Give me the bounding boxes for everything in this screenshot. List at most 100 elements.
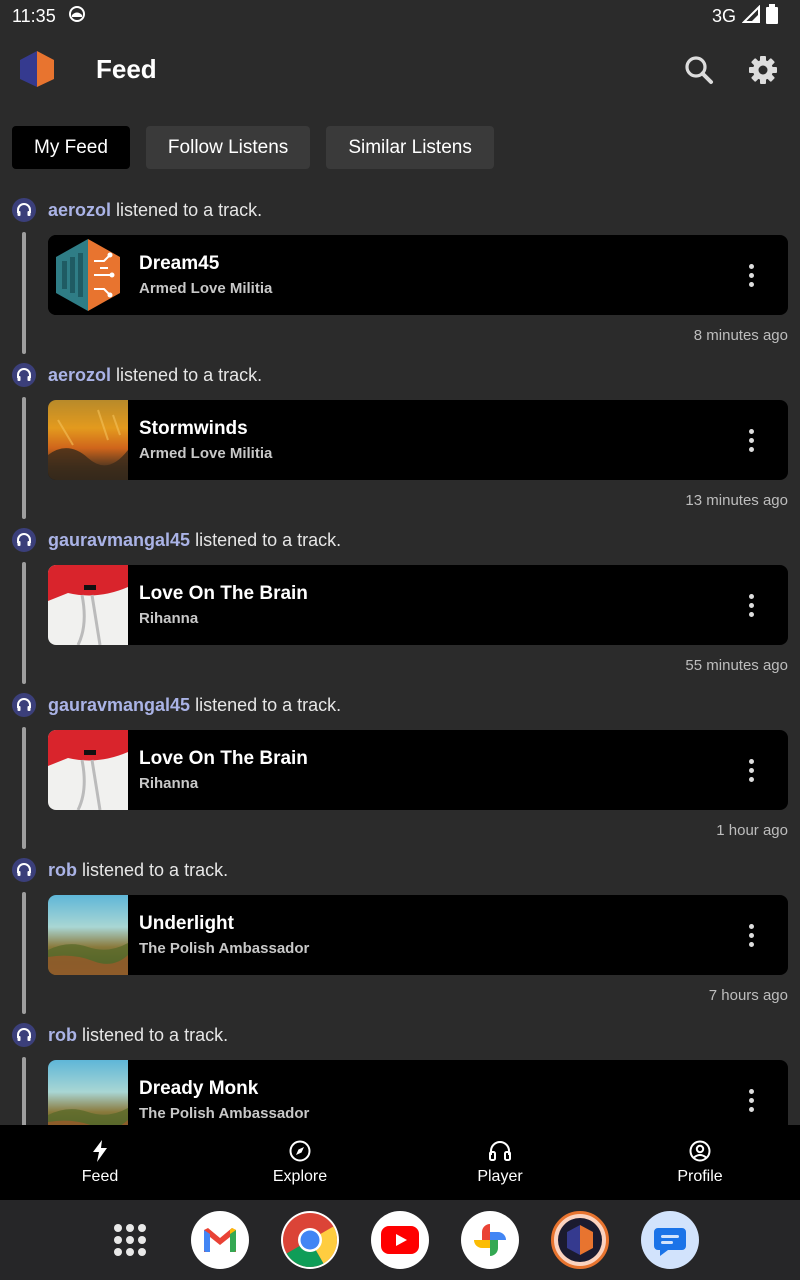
nav-explore[interactable]: Explore	[200, 1125, 400, 1200]
more-options-button[interactable]	[736, 585, 766, 625]
more-options-button[interactable]	[736, 420, 766, 460]
app-drawer-button[interactable]	[101, 1211, 159, 1269]
bolt-icon	[93, 1139, 107, 1162]
status-time: 11:35	[12, 5, 56, 26]
headphones-icon	[12, 1023, 36, 1047]
track-card[interactable]: Stormwinds Armed Love Militia	[48, 400, 788, 480]
action-text: listened to a track.	[82, 1024, 229, 1045]
headphones-icon	[12, 198, 36, 222]
chrome-icon	[283, 1213, 337, 1268]
timestamp: 8 minutes ago	[693, 327, 788, 344]
track-artist: Armed Love Militia	[139, 445, 273, 462]
username-link[interactable]: rob	[48, 1025, 77, 1046]
chip-my-feed[interactable]: My Feed	[12, 126, 130, 169]
messages-app[interactable]	[641, 1211, 699, 1269]
nav-player[interactable]: Player	[400, 1125, 600, 1200]
track-artist: The Polish Ambassador	[139, 940, 310, 957]
headphones-icon	[12, 363, 36, 387]
photos-icon	[474, 1224, 506, 1256]
timeline-line	[22, 397, 26, 519]
profile-icon	[689, 1140, 711, 1161]
timeline-line	[22, 562, 26, 684]
track-card[interactable]: Dready Monk The Polish Ambassador	[48, 1060, 788, 1125]
track-title: Love On The Brain	[139, 583, 308, 604]
headphones-icon	[489, 1140, 511, 1161]
feed-item: aerozol listened to a track. Stormwinds …	[0, 358, 800, 523]
action-text: listened to a track.	[116, 199, 263, 220]
feed-item-header: aerozol listened to a track.	[12, 363, 262, 387]
timeline-line	[22, 232, 26, 354]
nav-label: Explore	[272, 1167, 328, 1185]
nav-label: Feed	[81, 1167, 119, 1185]
album-cover	[48, 895, 128, 975]
timeline-line	[22, 1057, 26, 1125]
feed-item-header: rob listened to a track.	[12, 1023, 228, 1047]
more-options-button[interactable]	[736, 255, 766, 295]
username-link[interactable]: gauravmangal45	[48, 530, 190, 551]
notification-icon	[68, 5, 86, 28]
youtube-app[interactable]	[371, 1211, 429, 1269]
username-link[interactable]: rob	[48, 860, 77, 881]
headphones-icon	[12, 693, 36, 717]
track-title: Dready Monk	[139, 1078, 259, 1099]
more-options-button[interactable]	[736, 915, 766, 955]
track-artist: Armed Love Militia	[139, 280, 273, 297]
status-bar: 11:35 3G	[0, 0, 800, 32]
feed-item: gauravmangal45 listened to a track. Love…	[0, 523, 800, 688]
album-cover	[48, 565, 128, 645]
timeline-line	[22, 727, 26, 849]
username-link[interactable]: aerozol	[48, 200, 111, 221]
track-title: Love On The Brain	[139, 748, 308, 769]
timestamp: 13 minutes ago	[685, 492, 788, 509]
gear-icon	[749, 56, 777, 84]
track-card[interactable]: Dream45 Armed Love Militia	[48, 235, 788, 315]
track-artist: Rihanna	[139, 775, 199, 792]
page-title: Feed	[96, 54, 157, 84]
photos-app[interactable]	[461, 1211, 519, 1269]
network-type: 3G	[711, 5, 736, 26]
username-link[interactable]: gauravmangal45	[48, 695, 190, 716]
app-logo-icon	[18, 49, 56, 89]
track-card[interactable]: Underlight The Polish Ambassador	[48, 895, 788, 975]
filter-chips: My Feed Follow Listens Similar Listens	[12, 126, 494, 169]
nav-label: Profile	[677, 1167, 723, 1185]
nav-label: Player	[477, 1167, 523, 1185]
messages-icon	[654, 1228, 686, 1256]
compass-icon	[289, 1140, 311, 1161]
timeline-line	[22, 892, 26, 1014]
search-button[interactable]	[681, 52, 717, 88]
chip-follow-listens[interactable]: Follow Listens	[145, 126, 311, 169]
feed-item: rob listened to a track. Underlight The …	[0, 853, 800, 1018]
action-text: listened to a track.	[195, 529, 342, 550]
chrome-app[interactable]	[281, 1211, 339, 1269]
battery-icon	[766, 3, 778, 29]
feed-item-header: aerozol listened to a track.	[12, 198, 262, 222]
feed-item: aerozol listened to a track. Dream45 Arm…	[0, 193, 800, 358]
more-options-button[interactable]	[736, 1080, 766, 1120]
album-cover	[48, 235, 128, 315]
listenbrainz-icon	[558, 1218, 602, 1262]
nav-feed[interactable]: Feed	[0, 1125, 200, 1200]
gmail-icon	[204, 1228, 236, 1252]
chip-similar-listens[interactable]: Similar Listens	[326, 126, 494, 169]
album-cover	[48, 1060, 128, 1125]
track-artist: Rihanna	[139, 610, 199, 627]
track-artist: The Polish Ambassador	[139, 1105, 310, 1122]
timestamp: 1 hour ago	[716, 822, 788, 839]
app-dock	[0, 1200, 800, 1280]
feed-list: aerozol listened to a track. Dream45 Arm…	[0, 193, 800, 1125]
timestamp: 7 hours ago	[708, 987, 788, 1004]
listenbrainz-app[interactable]	[551, 1211, 609, 1269]
gmail-app[interactable]	[191, 1211, 249, 1269]
username-link[interactable]: aerozol	[48, 365, 111, 386]
action-text: listened to a track.	[116, 364, 263, 385]
feed-item: gauravmangal45 listened to a track. Love…	[0, 688, 800, 853]
nav-profile[interactable]: Profile	[600, 1125, 800, 1200]
track-card[interactable]: Love On The Brain Rihanna	[48, 565, 788, 645]
more-options-button[interactable]	[736, 750, 766, 790]
track-card[interactable]: Love On The Brain Rihanna	[48, 730, 788, 810]
timestamp: 55 minutes ago	[685, 657, 788, 674]
settings-button[interactable]	[745, 52, 781, 88]
signal-icon	[741, 4, 760, 28]
youtube-icon	[381, 1226, 419, 1254]
